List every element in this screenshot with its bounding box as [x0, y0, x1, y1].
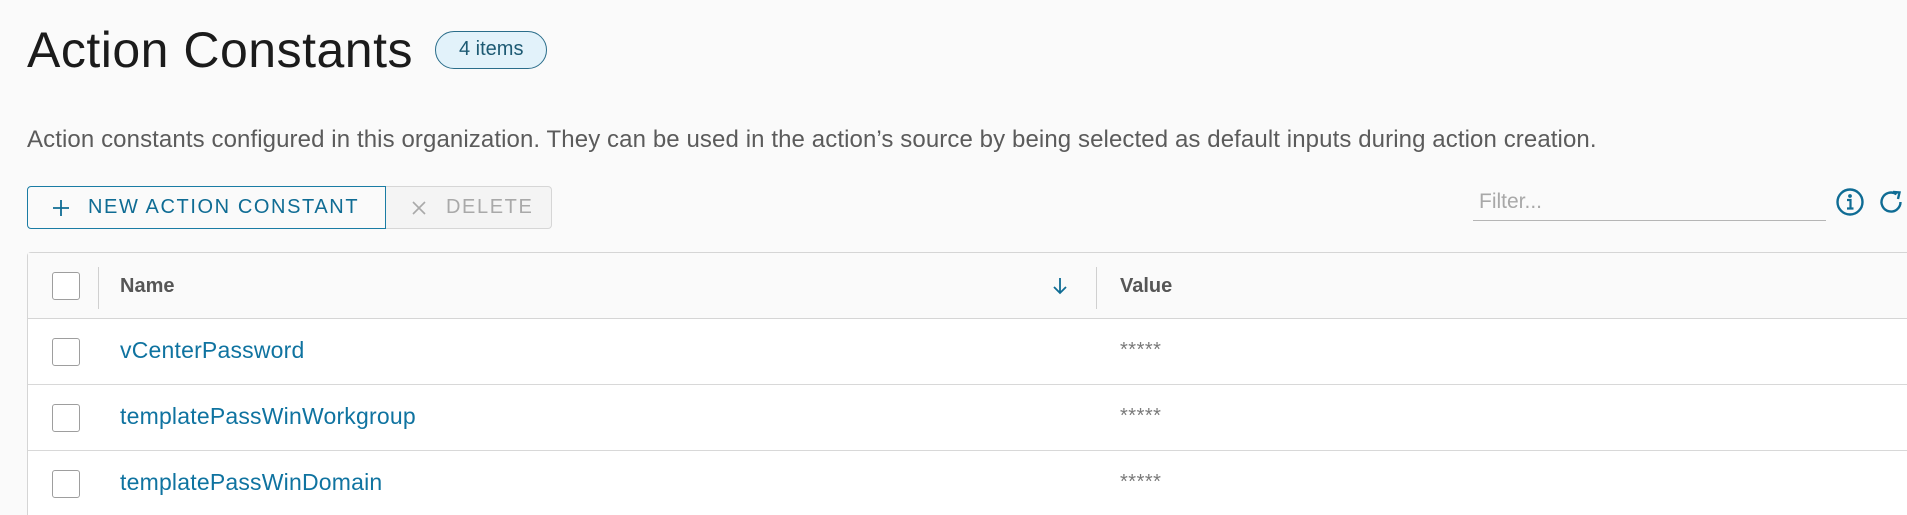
delete-label: DELETE — [446, 196, 534, 218]
plus-icon — [50, 197, 72, 219]
row-checkbox[interactable] — [52, 338, 80, 366]
column-resize-handle[interactable] — [1096, 267, 1097, 309]
table-row: templatePassWinDomain ***** — [28, 451, 1907, 515]
constant-name-link[interactable]: templatePassWinDomain — [120, 469, 382, 496]
action-toolbar: NEW ACTION CONSTANT DELETE — [27, 186, 552, 229]
close-icon — [408, 197, 430, 219]
filter-field — [1473, 183, 1826, 221]
column-header-value[interactable]: Value — [1120, 275, 1172, 298]
constant-name-link[interactable]: templatePassWinWorkgroup — [120, 403, 416, 430]
row-checkbox[interactable] — [52, 470, 80, 498]
page-description: Action constants configured in this orga… — [27, 126, 1597, 153]
select-all-checkbox[interactable] — [52, 272, 80, 300]
grid-header-row: Name Value — [28, 253, 1907, 319]
column-separator — [98, 267, 99, 309]
item-count-badge: 4 items — [434, 31, 548, 69]
table-row: vCenterPassword ***** — [28, 319, 1907, 385]
new-action-constant-label: NEW ACTION CONSTANT — [88, 196, 360, 218]
arrow-down-icon[interactable] — [1049, 275, 1071, 297]
refresh-icon[interactable] — [1876, 187, 1906, 217]
constant-value: ***** — [1120, 471, 1162, 493]
constant-value: ***** — [1120, 339, 1162, 361]
new-action-constant-button[interactable]: NEW ACTION CONSTANT — [27, 186, 386, 229]
row-checkbox[interactable] — [52, 404, 80, 432]
table-row: templatePassWinWorkgroup ***** — [28, 385, 1907, 451]
page-title: Action Constants — [27, 22, 413, 78]
delete-button[interactable]: DELETE — [386, 186, 552, 229]
constant-name-link[interactable]: vCenterPassword — [120, 337, 305, 364]
page-header: Action Constants 4 items — [27, 18, 548, 82]
action-constants-grid: Name Value vCenterPassword ***** templat… — [27, 252, 1907, 515]
filter-input[interactable] — [1473, 183, 1826, 220]
column-header-name[interactable]: Name — [120, 275, 174, 298]
constant-value: ***** — [1120, 405, 1162, 427]
info-icon[interactable] — [1835, 187, 1865, 217]
